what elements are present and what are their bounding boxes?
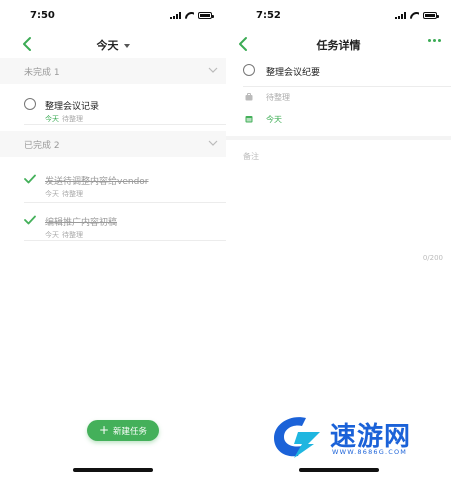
status-bar: 7:52 (226, 0, 451, 32)
wifi-icon (185, 12, 194, 19)
list-name: 待整理 (266, 93, 290, 102)
checkmark-icon[interactable] (24, 215, 36, 225)
char-count: 0/200 (422, 254, 443, 262)
battery-icon (423, 12, 439, 19)
wifi-icon (410, 12, 419, 19)
divider (24, 202, 226, 203)
task-row[interactable]: 编辑推广内容初稿 今天 待整理 (0, 213, 226, 243)
site-watermark: 速游网 WWW.8686G.COM (268, 412, 438, 460)
task-checkbox[interactable] (24, 98, 36, 110)
watermark-logo-icon (274, 417, 320, 458)
list-row[interactable]: 待整理 (226, 92, 451, 106)
task-date: 今天 (45, 231, 59, 239)
more-dots-icon[interactable] (428, 39, 441, 42)
task-row[interactable]: 整理会议记录 今天 待整理 (0, 96, 226, 126)
chevron-down-icon (208, 67, 218, 73)
task-title: 发送待调整内容给vendor (45, 177, 149, 187)
task-date: 今天 (45, 190, 59, 198)
task-meta: 今天 待整理 (45, 114, 86, 124)
today-screen: 7:50 今天 未完成 1 整理会议记录 今天 待整理 已完成 2 发送待调整内容… (0, 0, 226, 480)
task-title: 编辑推广内容初稿 (45, 218, 118, 228)
divider (243, 86, 451, 87)
task-title-field[interactable]: 整理会议纪要 (266, 65, 320, 78)
task-list: 待整理 (62, 115, 83, 123)
calendar-icon (245, 116, 253, 123)
battery-icon (198, 12, 214, 19)
completed-count: 已完成 2 (24, 141, 60, 151)
watermark-url: WWW.8686G.COM (332, 448, 408, 456)
task-list: 待整理 (62, 190, 83, 198)
notes-input[interactable]: 备注 (243, 151, 259, 162)
task-list: 待整理 (62, 231, 83, 239)
divider (24, 240, 226, 241)
due-date-row[interactable]: 今天 (226, 114, 451, 128)
status-icons (395, 12, 439, 19)
nav-bar: 任务详情 (226, 32, 451, 56)
page-title: 任务详情 (316, 39, 361, 52)
status-icons (170, 12, 214, 19)
task-meta: 今天 待整理 (45, 189, 86, 199)
home-indicator (298, 468, 379, 472)
detail-task-row[interactable]: 整理会议纪要 (226, 64, 451, 80)
incomplete-count: 未完成 1 (24, 68, 60, 78)
caret-down-icon (123, 44, 130, 48)
chevron-down-icon (208, 140, 218, 146)
status-bar: 7:50 (0, 0, 226, 32)
new-task-label: 新建任务 (113, 426, 148, 437)
task-meta: 今天 待整理 (45, 230, 86, 240)
signal-icon (395, 12, 406, 19)
task-row[interactable]: 发送待调整内容给vendor 今天 待整理 (0, 172, 226, 202)
divider (24, 124, 226, 125)
date-filter-dropdown[interactable]: 今天 (0, 37, 226, 53)
incomplete-section-header[interactable]: 未完成 1 (0, 58, 226, 84)
folder-icon (245, 93, 253, 101)
status-time: 7:52 (256, 10, 281, 21)
status-time: 7:50 (30, 10, 55, 21)
task-detail-screen: 7:52 任务详情 整理会议纪要 待整理 今天 备注 0/200 (226, 0, 451, 480)
task-checkbox[interactable] (243, 64, 255, 76)
task-title: 整理会议记录 (45, 102, 100, 112)
due-date: 今天 (266, 115, 282, 124)
plus-icon: + (98, 423, 110, 437)
nav-title: 今天 (96, 39, 119, 52)
checkmark-icon[interactable] (24, 174, 36, 184)
nav-bar: 今天 (0, 32, 226, 56)
task-date: 今天 (45, 115, 59, 123)
home-indicator (73, 468, 153, 472)
new-task-button[interactable]: + 新建任务 (87, 420, 159, 441)
completed-section-header[interactable]: 已完成 2 (0, 131, 226, 157)
section-separator (226, 136, 451, 140)
signal-icon (170, 12, 181, 19)
